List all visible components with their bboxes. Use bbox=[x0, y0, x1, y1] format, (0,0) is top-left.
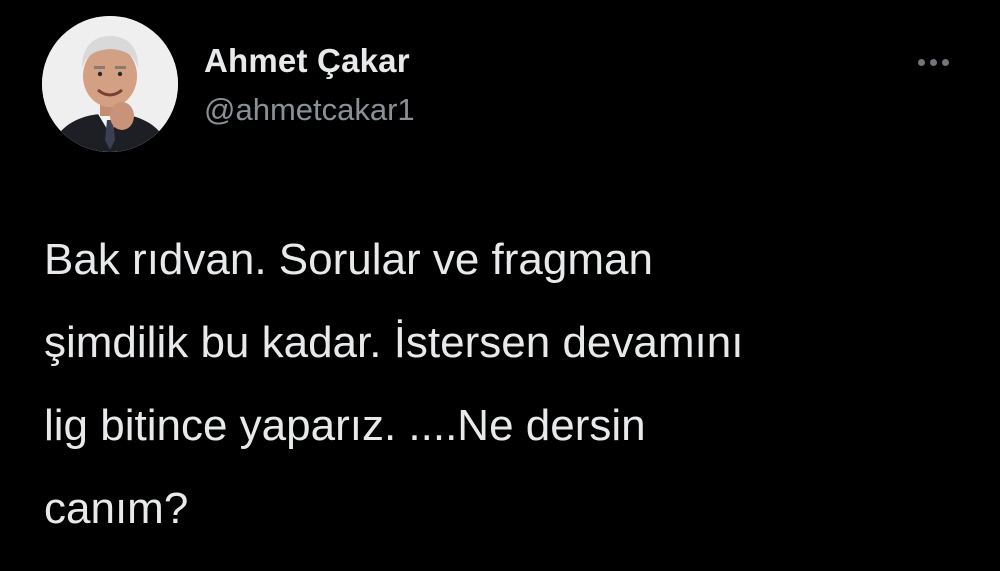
tweet-text: Bak rıdvan. Sorular ve fragman şimdilik … bbox=[44, 218, 944, 550]
tweet-card: Ahmet Çakar @ahmetcakar1 Bak rıdvan. Sor… bbox=[0, 0, 1000, 571]
tweet-text-line: Bak rıdvan. Sorular ve fragman bbox=[44, 235, 653, 284]
author-avatar[interactable] bbox=[42, 16, 178, 152]
more-horizontal-icon bbox=[917, 58, 925, 66]
tweet-text-line: şimdilik bu kadar. İstersen devamını bbox=[44, 318, 744, 367]
author-display-name[interactable]: Ahmet Çakar bbox=[204, 42, 410, 80]
more-horizontal-icon-dot bbox=[941, 58, 949, 66]
more-horizontal-icon-dot bbox=[929, 58, 937, 66]
tweet-text-line: lig bitince yaparız. ....Ne dersin bbox=[44, 401, 646, 450]
profile-photo-icon bbox=[42, 16, 178, 152]
author-handle[interactable]: @ahmetcakar1 bbox=[204, 92, 415, 128]
more-options-button[interactable] bbox=[908, 44, 958, 80]
tweet-text-line: canım? bbox=[44, 484, 189, 533]
